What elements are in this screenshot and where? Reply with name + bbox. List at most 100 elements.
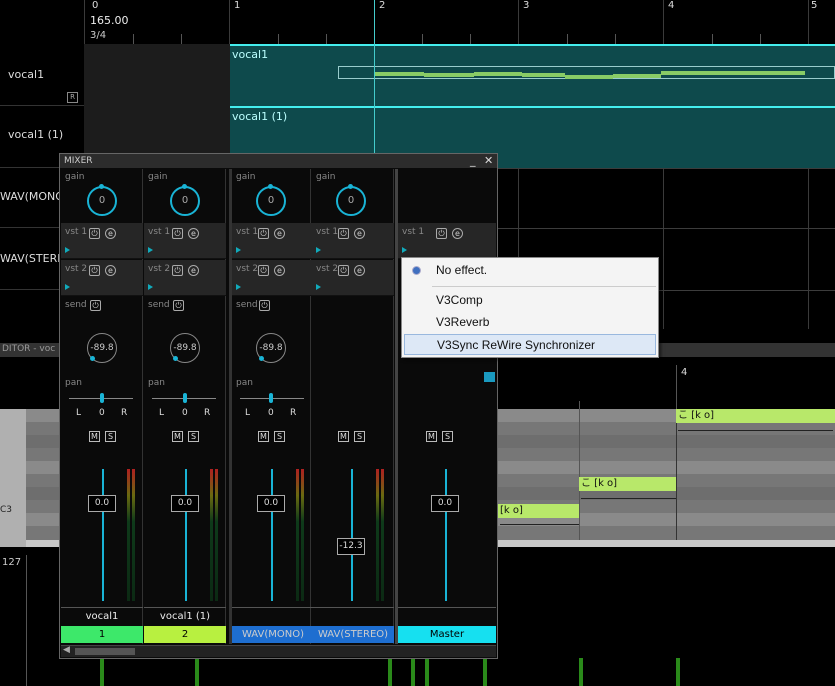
vst1-slot[interactable]: vst 1 ⏻ e [61, 223, 143, 259]
edit-icon[interactable]: e [188, 265, 199, 276]
gain-knob[interactable]: 0 [170, 184, 200, 216]
fader-value[interactable]: 0.0 [257, 495, 285, 512]
mute-button[interactable]: M [89, 431, 100, 442]
scroll-thumb[interactable] [75, 648, 135, 655]
expand-arrow-icon[interactable] [236, 247, 241, 253]
mixer-title-bar[interactable]: MIXER _ ✕ [60, 154, 497, 168]
fader-track[interactable] [102, 469, 104, 601]
expand-arrow-icon[interactable] [148, 247, 153, 253]
vst1-slot[interactable]: vst 1 ⏻ e [398, 223, 496, 259]
pan-handle[interactable] [183, 393, 187, 403]
mixer-window[interactable]: MIXER _ ✕ gain 0 vst 1 ⏻ e vst 2 ⏻ e send ⏻ … [59, 153, 498, 659]
power-icon[interactable]: ⏻ [172, 228, 183, 239]
power-icon[interactable]: ⏻ [436, 228, 447, 239]
fader-track[interactable] [351, 469, 353, 601]
fader-track[interactable] [445, 469, 447, 601]
minimize-icon[interactable]: _ [470, 154, 476, 168]
power-icon[interactable]: ⏻ [258, 228, 269, 239]
fader-value[interactable]: 0.0 [88, 495, 116, 512]
tempo-value[interactable]: 165.00 [90, 14, 129, 27]
power-icon[interactable]: ⏻ [89, 228, 100, 239]
send-knob[interactable]: -89.8 [170, 333, 200, 363]
power-icon[interactable]: ⏻ [338, 228, 349, 239]
gain-knob[interactable]: 0 [336, 184, 366, 216]
vst1-slot[interactable]: vst 1 ⏻ e [232, 223, 314, 259]
solo-button[interactable]: S [442, 431, 453, 442]
fader-value[interactable]: 0.0 [171, 495, 199, 512]
vst2-slot[interactable]: vst 2 ⏻ e [144, 260, 226, 296]
note-line [661, 71, 805, 75]
chevron-down-icon[interactable] [484, 372, 495, 382]
track-header-vocal1[interactable]: vocal1 R [0, 44, 84, 106]
channel-number: WAV(STEREO) [312, 626, 394, 643]
edit-icon[interactable]: e [188, 228, 199, 239]
expand-arrow-icon[interactable] [65, 247, 70, 253]
edit-icon[interactable]: e [274, 228, 285, 239]
power-icon[interactable]: ⏻ [173, 300, 184, 311]
mute-button[interactable]: M [172, 431, 183, 442]
vst1-slot[interactable]: vst 1 ⏻ e [312, 223, 394, 259]
scroll-left-icon[interactable]: ◀ [63, 645, 70, 655]
level-meter [127, 469, 130, 601]
menu-item-v3sync-rewire[interactable]: V3Sync ReWire Synchronizer [404, 334, 656, 355]
editor-note[interactable]: こ [k o] [676, 409, 835, 423]
menu-item-v3reverb[interactable]: V3Reverb [404, 312, 656, 333]
velocity-max-label: 127 [2, 557, 22, 568]
pitch-curve [500, 519, 579, 525]
pitch-curve [581, 493, 676, 499]
expand-arrow-icon[interactable] [316, 247, 321, 253]
note-line [474, 72, 522, 76]
solo-button[interactable]: S [274, 431, 285, 442]
editor-note[interactable]: こ [k o] [579, 477, 676, 491]
edit-icon[interactable]: e [354, 265, 365, 276]
send-knob[interactable]: -89.8 [87, 333, 117, 363]
editor-note[interactable]: [k o] [498, 504, 579, 518]
record-button[interactable]: R [67, 92, 78, 103]
gain-knob[interactable]: 0 [87, 184, 117, 216]
expand-arrow-icon[interactable] [316, 284, 321, 290]
expand-arrow-icon[interactable] [65, 284, 70, 290]
solo-button[interactable]: S [188, 431, 199, 442]
track-name: vocal1 [8, 68, 45, 81]
gain-knob[interactable]: 0 [256, 184, 286, 216]
send-knob[interactable]: -89.8 [256, 333, 286, 363]
expand-arrow-icon[interactable] [236, 284, 241, 290]
power-icon[interactable]: ⏻ [89, 265, 100, 276]
expand-arrow-icon[interactable] [148, 284, 153, 290]
vst1-slot[interactable]: vst 1 ⏻ e [144, 223, 226, 259]
mixer-strip-wav-stereo: gain 0 vst 1 ⏻ e vst 2 ⏻ e M S -12.3 WAV(STE… [312, 169, 394, 644]
fader-track[interactable] [185, 469, 187, 601]
edit-icon[interactable]: e [105, 228, 116, 239]
menu-item-no-effect[interactable]: No effect. [404, 260, 656, 281]
fader-value[interactable]: -12.3 [337, 538, 365, 555]
mixer-h-scrollbar[interactable]: ◀ [61, 645, 496, 657]
effect-context-menu[interactable]: No effect. V3Comp V3Reverb V3Sync ReWire… [401, 257, 659, 358]
edit-icon[interactable]: e [354, 228, 365, 239]
solo-button[interactable]: S [105, 431, 116, 442]
power-icon[interactable]: ⏻ [172, 265, 183, 276]
vst2-slot[interactable]: vst 2 ⏻ e [312, 260, 394, 296]
vst2-slot[interactable]: vst 2 ⏻ e [61, 260, 143, 296]
power-icon[interactable]: ⏻ [258, 265, 269, 276]
time-signature[interactable]: 3/4 [90, 30, 106, 41]
vst2-slot[interactable]: vst 2 ⏻ e [232, 260, 314, 296]
power-icon[interactable]: ⏻ [259, 300, 270, 311]
mute-button[interactable]: M [338, 431, 349, 442]
piano-keyboard[interactable] [0, 409, 26, 547]
part-vocal1[interactable]: vocal1 [230, 44, 835, 106]
close-icon[interactable]: ✕ [484, 154, 493, 168]
expand-arrow-icon[interactable] [402, 247, 407, 253]
pan-handle[interactable] [269, 393, 273, 403]
edit-icon[interactable]: e [105, 265, 116, 276]
menu-item-v3comp[interactable]: V3Comp [404, 290, 656, 311]
edit-icon[interactable]: e [452, 228, 463, 239]
mute-button[interactable]: M [426, 431, 437, 442]
solo-button[interactable]: S [354, 431, 365, 442]
mute-button[interactable]: M [258, 431, 269, 442]
fader-track[interactable] [271, 469, 273, 601]
power-icon[interactable]: ⏻ [90, 300, 101, 311]
power-icon[interactable]: ⏻ [338, 265, 349, 276]
pan-handle[interactable] [100, 393, 104, 403]
edit-icon[interactable]: e [274, 265, 285, 276]
fader-value[interactable]: 0.0 [431, 495, 459, 512]
